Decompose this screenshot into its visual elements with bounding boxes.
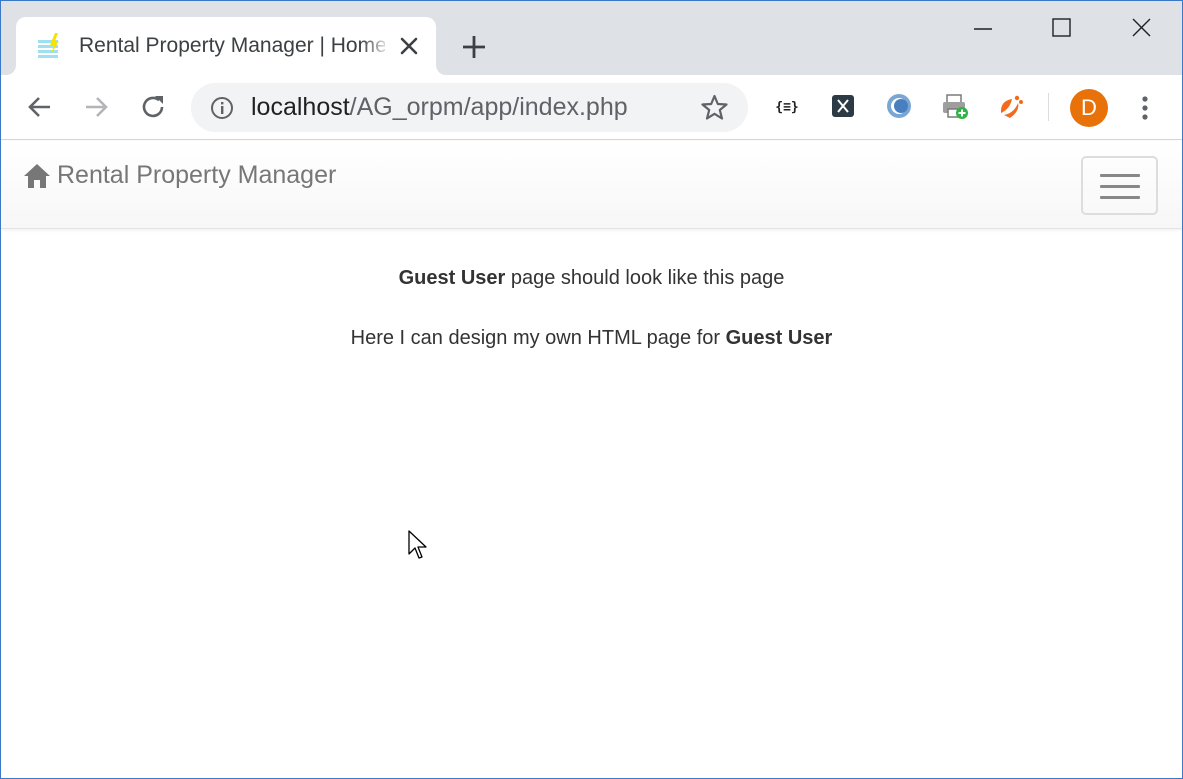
mouse-cursor-icon — [408, 530, 427, 559]
close-tab-icon[interactable] — [398, 35, 420, 57]
tab-title-fade — [361, 31, 391, 61]
url-path: /AG_orpm/app/index.php — [349, 93, 628, 121]
close-window-icon[interactable] — [1129, 15, 1155, 41]
print-add-icon[interactable] — [940, 91, 970, 121]
x-extension-icon[interactable] — [828, 91, 858, 121]
hamburger-bar — [1100, 174, 1140, 177]
mango-extension-icon[interactable] — [996, 91, 1026, 121]
url-host: localhost — [251, 93, 350, 121]
profile-avatar[interactable]: D — [1070, 89, 1108, 127]
navbar-brand-text: Rental Property Manager — [57, 161, 337, 189]
browser-window: Rental Property Manager | Home localhost… — [0, 0, 1183, 779]
content-line-1: Guest User page should look like this pa… — [1, 267, 1182, 290]
tab-active[interactable]: Rental Property Manager | Home — [6, 17, 446, 75]
more-menu-icon[interactable] — [1135, 93, 1155, 123]
line-1-text: page should look like this page — [505, 267, 785, 289]
url-text[interactable]: localhost/AG_orpm/app/index.php — [251, 93, 628, 122]
json-viewer-icon[interactable]: {≡} — [772, 91, 802, 121]
circle-extension-icon[interactable] — [884, 91, 914, 121]
hamburger-bar — [1100, 185, 1140, 188]
minimize-icon[interactable] — [969, 19, 997, 39]
line-2-text: Here I can design my own HTML page for — [350, 327, 726, 349]
content-line-2: Here I can design my own HTML page for G… — [1, 327, 1182, 350]
navbar-toggle-button[interactable] — [1081, 156, 1158, 215]
forward-icon[interactable] — [82, 93, 110, 121]
reload-icon[interactable] — [139, 93, 167, 121]
navbar-brand[interactable]: Rental Property Manager — [23, 161, 336, 190]
toolbar-separator — [1048, 93, 1049, 121]
bookmark-star-icon[interactable] — [701, 94, 728, 121]
site-navbar: Rental Property Manager — [1, 141, 1182, 229]
new-tab-icon[interactable] — [461, 34, 487, 60]
address-bar[interactable]: localhost/AG_orpm/app/index.php — [191, 83, 748, 132]
tab-title: Rental Property Manager | Home — [79, 34, 385, 57]
app-favicon-icon — [38, 33, 59, 58]
site-info-icon[interactable] — [210, 96, 234, 120]
maximize-icon[interactable] — [1049, 15, 1075, 41]
home-icon — [24, 163, 50, 188]
guest-user-bold-2: Guest User — [725, 327, 833, 349]
hamburger-bar — [1100, 196, 1140, 199]
svg-text:{≡}: {≡} — [775, 100, 798, 115]
guest-user-bold: Guest User — [398, 267, 506, 289]
browser-toolbar: localhost/AG_orpm/app/index.php {≡} D — [1, 75, 1182, 140]
back-icon[interactable] — [26, 93, 54, 121]
tab-strip: Rental Property Manager | Home — [1, 1, 1182, 75]
